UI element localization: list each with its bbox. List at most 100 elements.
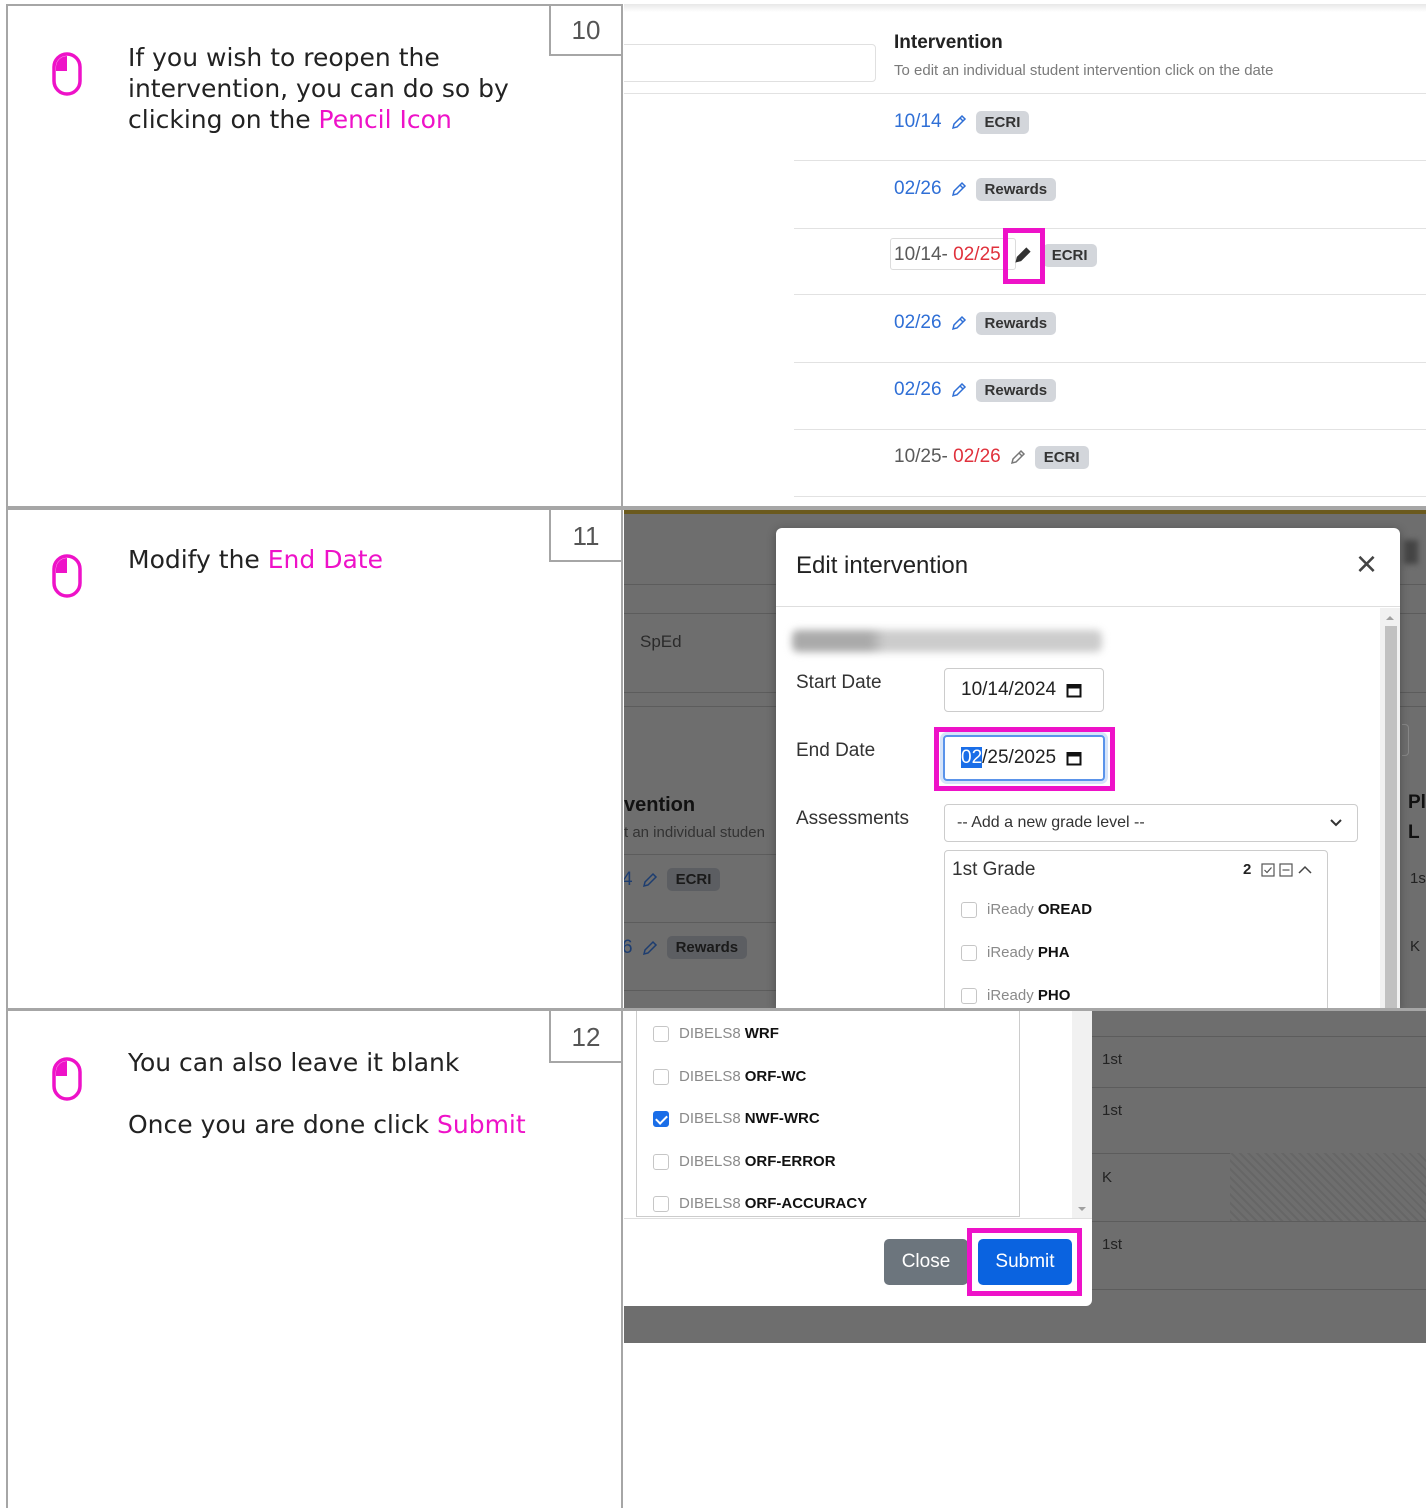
close-icon[interactable]: × — [1356, 544, 1377, 584]
bg-input-edge — [1402, 724, 1409, 756]
intervention-tag: ECRI — [1034, 445, 1089, 469]
screenshot-10: Intervention To edit an individual stude… — [624, 4, 1426, 504]
assessment-item[interactable]: iReady PHO — [961, 987, 1070, 1004]
bg-right-grade: 1s — [1410, 870, 1426, 887]
search-box-partial[interactable] — [624, 44, 876, 82]
assessment-source: DIBELS8 — [679, 1025, 741, 1042]
scrollbar-thumb[interactable] — [1385, 626, 1397, 1008]
row-divider — [794, 294, 1426, 295]
column-header-subtitle: To edit an individual student interventi… — [894, 62, 1274, 79]
step-11-instruction-cell: 11 Modify the End Date — [6, 510, 623, 1008]
modal-footer-divider — [624, 1218, 1092, 1219]
row-divider — [794, 362, 1426, 363]
assessment-item[interactable]: DIBELS8 WRF — [653, 1025, 779, 1042]
intervention-tag: ECRI — [975, 110, 1030, 134]
assessment-source: iReady — [987, 987, 1034, 1004]
row-divider — [794, 228, 1426, 229]
bg-sped-label: SpEd — [640, 632, 682, 651]
pencil-icon[interactable] — [950, 381, 968, 399]
pencil-icon[interactable] — [950, 180, 968, 198]
intervention-tag: ECRI — [666, 868, 721, 891]
chevron-up-icon[interactable] — [1297, 863, 1313, 877]
assessment-checkbox[interactable] — [653, 1195, 669, 1212]
start-date: 10/14- — [894, 244, 954, 265]
assessment-checkbox[interactable] — [653, 1068, 669, 1085]
screenshot-11: SpEd vention t an individual studen 4 EC… — [624, 510, 1426, 1008]
assessment-checkbox-checked[interactable] — [653, 1110, 669, 1127]
assessment-checkbox[interactable] — [961, 944, 977, 961]
modal-scrollbar[interactable] — [1072, 1011, 1092, 1219]
assessment-name: PHO — [1037, 987, 1071, 1004]
bg-date: 6 — [624, 936, 633, 958]
assessment-item[interactable]: DIBELS8 ORF-WC — [653, 1068, 806, 1085]
assessment-source: DIBELS8 — [679, 1195, 741, 1212]
mouse-click-icon — [52, 52, 82, 96]
assessment-checkbox[interactable] — [961, 987, 977, 1004]
end-date: 02/25 — [953, 244, 1001, 265]
bg-line — [1092, 1036, 1426, 1037]
pencil-icon — [642, 872, 657, 887]
top-accent-bar — [624, 510, 1426, 514]
date-range[interactable]: 10/25- 02/26 — [894, 446, 1001, 468]
bg-intervention-sub: t an individual studen — [624, 824, 765, 841]
start-date-link[interactable]: 02/26 — [894, 312, 942, 334]
assessment-item[interactable]: DIBELS8 ORF-ACCURACY — [653, 1195, 867, 1212]
bg-line — [1092, 1221, 1426, 1222]
assessment-label: DIBELS8 WRF — [679, 1025, 779, 1042]
assessment-item[interactable]: iReady OREAD — [961, 901, 1092, 918]
bg-hatched-cell — [1230, 1153, 1426, 1221]
calendar-icon[interactable] — [1066, 682, 1082, 698]
modal-title: Edit intervention — [796, 552, 969, 579]
bg-line — [624, 922, 776, 923]
start-date-link[interactable]: 10/14 — [894, 111, 942, 133]
assessment-item[interactable]: DIBELS8 ORF-ERROR — [653, 1153, 836, 1170]
grade-level-select[interactable]: -- Add a new grade level -- — [944, 804, 1358, 842]
intervention-tag: Rewards — [666, 936, 748, 959]
pencil-icon[interactable] — [950, 113, 968, 131]
scroll-down-arrow-icon[interactable] — [1072, 1201, 1092, 1217]
assessment-label: iReady PHA — [987, 944, 1070, 961]
pencil-icon[interactable] — [950, 314, 968, 332]
assessment-name: ORF-ACCURACY — [744, 1195, 868, 1212]
submit-highlight-box — [967, 1228, 1082, 1296]
assessment-name: OREAD — [1037, 901, 1093, 918]
assessment-name: ORF-WC — [744, 1068, 807, 1085]
bg-line — [624, 990, 776, 991]
instruction-highlight: Pencil Icon — [318, 105, 452, 134]
intervention-row: 02/26 Rewards — [894, 174, 1057, 204]
select-all-icon[interactable] — [1261, 862, 1275, 877]
assessment-source: DIBELS8 — [679, 1068, 741, 1085]
pencil-highlight-box — [1003, 228, 1045, 284]
modal-scrollbar[interactable] — [1380, 608, 1400, 1008]
assessment-label: iReady OREAD — [987, 901, 1092, 918]
assessments-label: Assessments — [796, 808, 909, 829]
row-divider — [794, 160, 1426, 161]
scroll-up-arrow-icon[interactable] — [1380, 610, 1400, 626]
pencil-icon[interactable] — [1009, 448, 1027, 466]
step-number: 11 — [549, 510, 621, 562]
assessment-checkbox[interactable] — [653, 1153, 669, 1170]
assessment-source: DIBELS8 — [679, 1153, 741, 1170]
bg-grade: 1st — [1102, 1102, 1123, 1119]
intervention-tag: Rewards — [975, 177, 1057, 201]
bg-right-grade: K — [1410, 938, 1421, 955]
deselect-all-icon[interactable] — [1279, 862, 1293, 877]
step-12-instruction-cell: 12 You can also leave it blank Once you … — [6, 1011, 623, 1508]
close-button[interactable]: Close — [884, 1239, 968, 1285]
assessment-checkbox[interactable] — [653, 1025, 669, 1042]
blurred-top-right — [1404, 540, 1418, 564]
step-10-instruction-cell: 10 If you wish to reopen the interventio… — [6, 4, 623, 508]
assessment-source: iReady — [987, 901, 1034, 918]
modal-header-divider — [776, 606, 1400, 607]
start-date-value: 10/14/2024 — [961, 679, 1057, 700]
intervention-tag: Rewards — [975, 378, 1057, 402]
step-12-line1: You can also leave it blank — [128, 1048, 460, 1077]
assessment-checkbox[interactable] — [961, 901, 977, 918]
date-range[interactable]: 10/14- 02/25 — [894, 244, 1001, 266]
start-date-input[interactable]: 10/14/2024 — [944, 668, 1104, 712]
bg-grade: 1st — [1102, 1051, 1123, 1068]
start-date-link[interactable]: 02/26 — [894, 379, 942, 401]
start-date-link[interactable]: 02/26 — [894, 178, 942, 200]
assessment-item[interactable]: DIBELS8 NWF-WRC — [653, 1110, 820, 1127]
assessment-item[interactable]: iReady PHA — [961, 944, 1070, 961]
